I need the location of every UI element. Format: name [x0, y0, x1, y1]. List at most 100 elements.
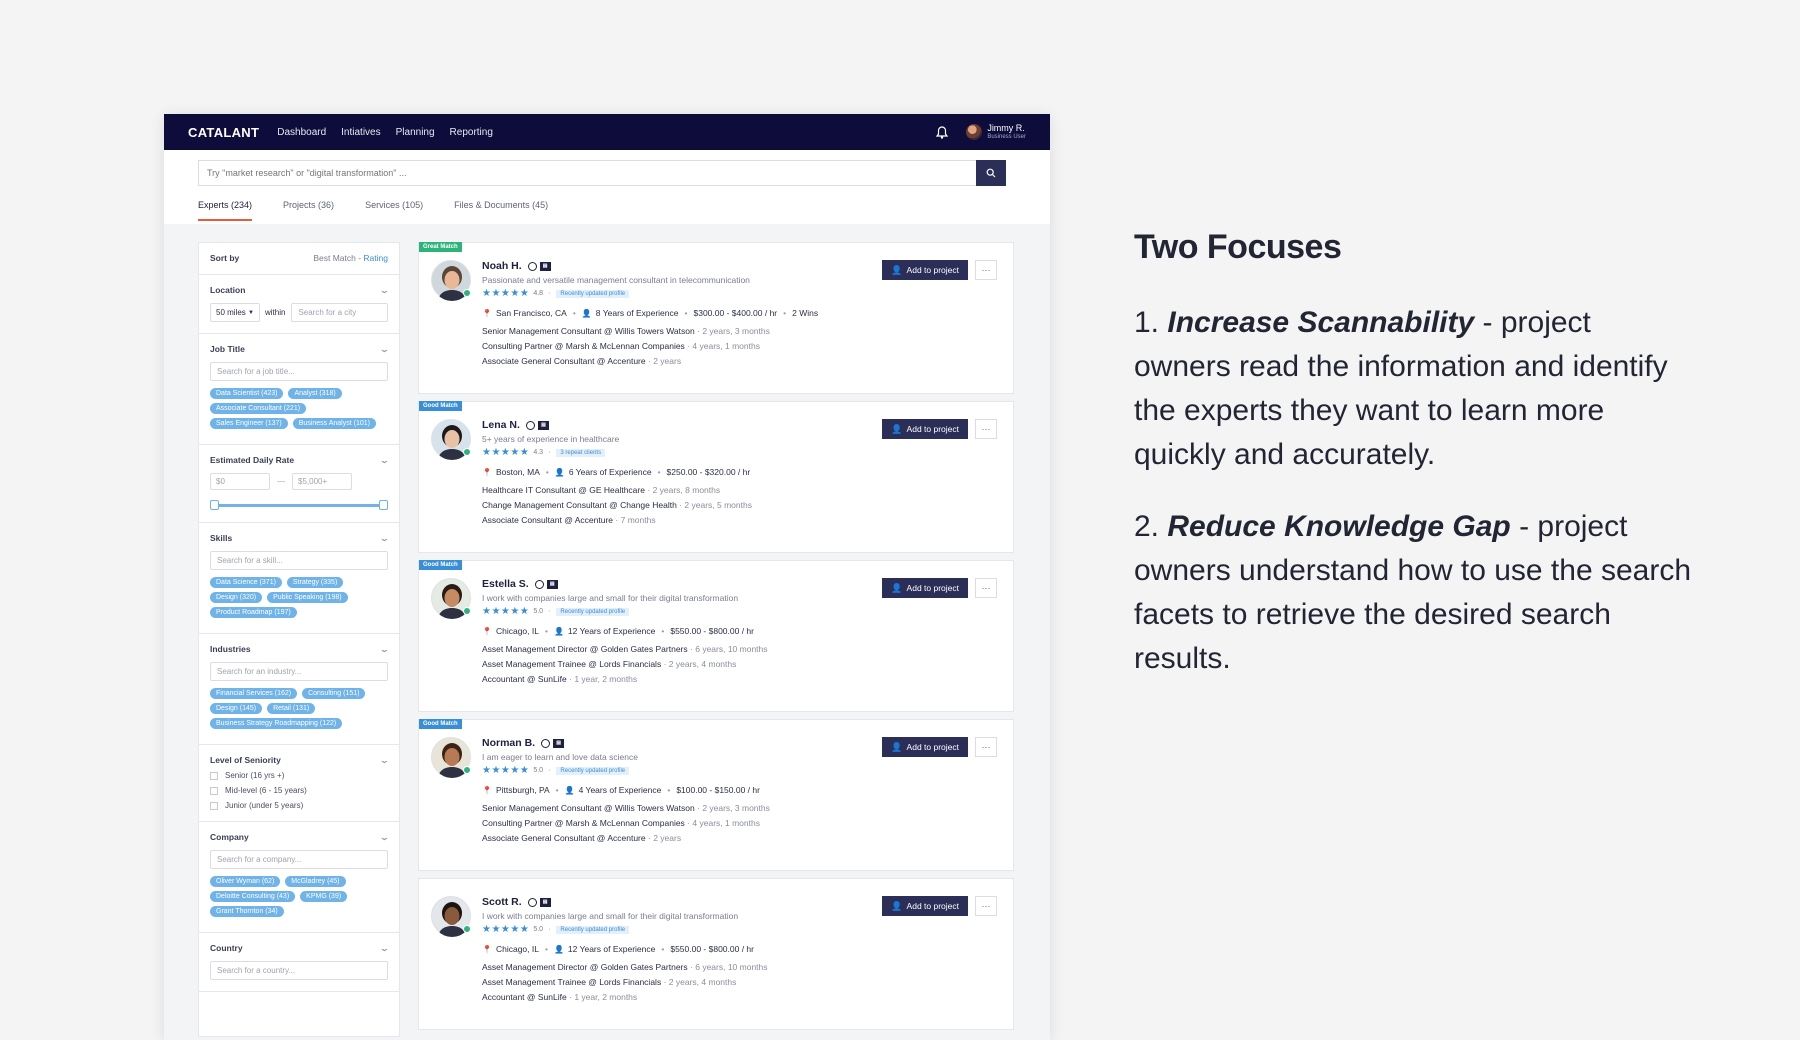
more-options-button[interactable]: ··· [975, 737, 997, 757]
checkbox[interactable] [210, 771, 218, 780]
rate-min-input[interactable]: $0 [210, 473, 270, 490]
user-menu[interactable]: Jimmy R. Business User [987, 123, 1026, 141]
bell-icon[interactable] [936, 125, 949, 139]
industry-input[interactable]: Search for an industry... [210, 662, 388, 681]
profile-card-icon[interactable]: ▤ [539, 897, 551, 907]
radius-select[interactable]: 50 miles ▼ [210, 303, 260, 322]
expert-name[interactable]: Noah H. [482, 260, 522, 272]
company-input[interactable]: Search for a company... [210, 850, 388, 869]
tab-projects[interactable]: Projects (36) [283, 200, 334, 221]
message-icon[interactable] [527, 897, 537, 907]
filter-chip[interactable]: Financial Services (162) [210, 688, 298, 699]
job-title-input[interactable]: Search for a job title... [210, 362, 388, 381]
more-options-button[interactable]: ··· [975, 260, 997, 280]
seniority-junior[interactable]: Junior (under 5 years) [210, 801, 388, 810]
more-options-button[interactable]: ··· [975, 419, 997, 439]
filter-chip[interactable]: Retail (131) [267, 703, 316, 714]
search-button[interactable] [976, 160, 1006, 186]
add-to-project-button[interactable]: 👤 Add to project [882, 737, 968, 757]
rate-max-input[interactable]: $5,000+ [292, 473, 352, 490]
expert-card[interactable]: Good Match Estella S. ▤ I work with compa… [418, 560, 1014, 712]
checkbox[interactable] [210, 786, 218, 795]
message-icon[interactable] [534, 579, 544, 589]
chevron-down-icon[interactable]: ⌄ [380, 756, 390, 765]
filter-chip[interactable]: Product Roadmap (197) [210, 607, 297, 618]
message-icon[interactable] [541, 738, 551, 748]
tab-services[interactable]: Services (105) [365, 200, 423, 221]
expert-card[interactable]: Scott R. ▤ I work with companies large an… [418, 878, 1014, 1030]
profile-card-icon[interactable]: ▤ [539, 261, 551, 271]
filter-chip[interactable]: Sales Engineer (137) [210, 418, 288, 429]
filter-chip[interactable]: Business Analyst (101) [292, 418, 376, 429]
profile-card-icon[interactable]: ▤ [537, 420, 549, 430]
chevron-down-icon[interactable]: ⌄ [380, 286, 390, 295]
add-to-project-button[interactable]: 👤 Add to project [882, 578, 968, 598]
nav-reporting[interactable]: Reporting [450, 127, 493, 138]
rate-slider[interactable] [210, 499, 388, 511]
work-history-item: Associate General Consultant @ Accenture… [482, 354, 997, 369]
filter-chip[interactable]: Consulting (151) [302, 688, 366, 699]
slider-min-handle[interactable] [210, 500, 219, 510]
chevron-down-icon[interactable]: ⌄ [380, 345, 390, 354]
filter-chip[interactable]: Business Strategy Roadmapping (122) [210, 718, 343, 729]
expert-avatar[interactable] [431, 260, 471, 301]
profile-card-icon[interactable]: ▤ [546, 579, 558, 589]
dot-separator: · [690, 644, 693, 654]
add-to-project-button[interactable]: 👤 Add to project [882, 896, 968, 916]
seniority-senior[interactable]: Senior (16 yrs +) [210, 771, 388, 780]
sort-rating-link[interactable]: Rating [363, 253, 388, 263]
add-to-project-button[interactable]: 👤 Add to project [882, 260, 968, 280]
search-input[interactable] [198, 160, 976, 186]
message-icon[interactable] [527, 261, 537, 271]
filter-chip[interactable]: Associate Consultant (221) [210, 403, 307, 414]
nav-dashboard[interactable]: Dashboard [277, 127, 326, 138]
filter-chip[interactable]: Oliver Wyman (62) [210, 876, 281, 887]
chevron-down-icon[interactable]: ⌄ [380, 534, 390, 543]
city-input[interactable]: Search for a city [291, 303, 388, 322]
filter-chip[interactable]: Public Speaking (198) [267, 592, 348, 603]
filter-chip[interactable]: KPMG (39) [300, 891, 348, 902]
nav-planning[interactable]: Planning [396, 127, 435, 138]
chevron-down-icon[interactable]: ⌄ [380, 456, 390, 465]
filter-chip[interactable]: Grant Thornton (34) [210, 906, 284, 917]
country-filter: Country ⌄ Search for a country... [199, 933, 399, 992]
user-avatar[interactable] [966, 124, 983, 140]
expert-name[interactable]: Estella S. [482, 578, 529, 590]
add-to-project-button[interactable]: 👤 Add to project [882, 419, 968, 439]
filter-chip[interactable]: McGladrey (45) [285, 876, 346, 887]
message-icon[interactable] [525, 420, 535, 430]
filter-chip[interactable]: Data Scientist (423) [210, 388, 284, 399]
expert-name[interactable]: Norman B. [482, 737, 535, 749]
chevron-down-icon[interactable]: ⌄ [380, 944, 390, 953]
expert-card[interactable]: Good Match Norman B. ▤ I am eager to lear… [418, 719, 1014, 871]
profile-card-icon[interactable]: ▤ [553, 738, 565, 748]
point-heading: Increase Scannability [1167, 306, 1475, 339]
expert-avatar[interactable] [431, 896, 471, 937]
point-number: 1. [1134, 306, 1168, 339]
tab-experts[interactable]: Experts (234) [198, 200, 253, 221]
expert-card[interactable]: Good Match Lena N. ▤ 5+ years of experien… [418, 401, 1014, 553]
filter-chip[interactable]: Analyst (318) [288, 388, 342, 399]
expert-name[interactable]: Lena N. [482, 419, 520, 431]
filter-chip[interactable]: Design (320) [210, 592, 263, 603]
expert-card[interactable]: Great Match Noah H. ▤ Passionate and vers… [418, 242, 1014, 394]
checkbox[interactable] [210, 801, 218, 810]
chevron-down-icon[interactable]: ⌄ [380, 645, 390, 654]
expert-name[interactable]: Scott R. [482, 896, 522, 908]
expert-avatar[interactable] [431, 419, 471, 460]
filter-chip[interactable]: Strategy (335) [286, 577, 344, 588]
more-options-button[interactable]: ··· [975, 578, 997, 598]
expert-avatar[interactable] [431, 578, 471, 619]
expert-avatar[interactable] [431, 737, 471, 778]
country-input[interactable]: Search for a country... [210, 961, 388, 980]
filter-chip[interactable]: Data Science (371) [210, 577, 282, 588]
seniority-mid[interactable]: Mid-level (6 - 15 years) [210, 786, 388, 795]
filter-chip[interactable]: Design (145) [210, 703, 263, 714]
filter-chip[interactable]: Deloitte Consulting (43) [210, 891, 296, 902]
skill-input[interactable]: Search for a skill... [210, 551, 388, 570]
chevron-down-icon[interactable]: ⌄ [380, 833, 390, 842]
slider-max-handle[interactable] [379, 500, 388, 510]
tab-files[interactable]: Files & Documents (45) [454, 200, 548, 221]
more-options-button[interactable]: ··· [975, 896, 997, 916]
nav-initiatives[interactable]: Intiatives [341, 127, 380, 138]
